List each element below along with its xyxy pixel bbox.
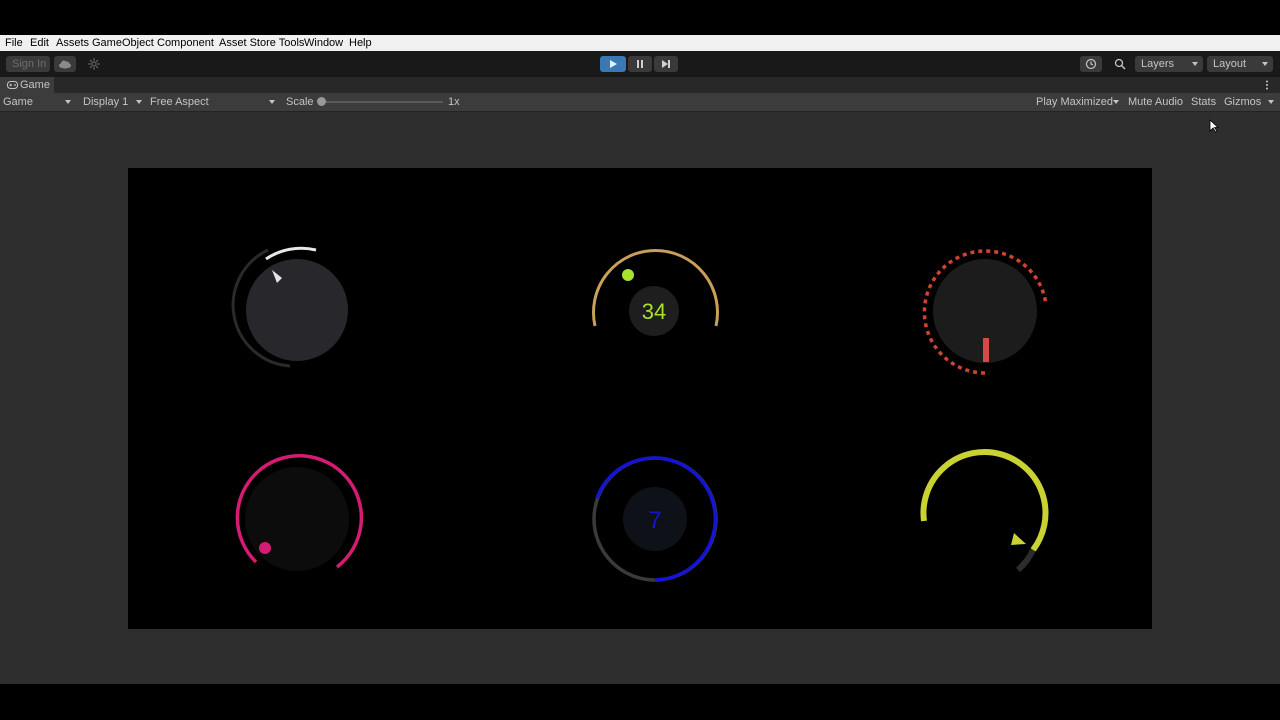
dial-red-pointer — [983, 338, 989, 362]
game-canvas[interactable]: 34 7 — [128, 168, 1152, 629]
dial-lime-arc-fill — [920, 449, 1049, 552]
dial-pink-body — [245, 467, 349, 571]
stats-toggle[interactable]: Stats — [1191, 95, 1216, 109]
layout-dropdown[interactable]: Layout — [1207, 56, 1273, 72]
play-icon — [610, 60, 617, 68]
menu-gameobject[interactable]: GameObject — [92, 36, 154, 50]
aspect-dropdown[interactable]: Free Aspect — [150, 95, 209, 109]
scale-slider-handle[interactable] — [317, 97, 326, 106]
dial-white-body — [246, 259, 348, 361]
mouse-cursor-icon — [1209, 119, 1219, 133]
chevron-down-icon — [65, 100, 71, 104]
menu-component[interactable]: Component — [157, 36, 214, 50]
menu-edit[interactable]: Edit — [30, 36, 49, 50]
tab-game-label: Game — [20, 79, 50, 91]
sparkle-icon — [88, 58, 100, 70]
layers-dropdown[interactable]: Layers — [1135, 56, 1203, 72]
chevron-down-icon — [1268, 100, 1274, 104]
history-icon — [1085, 58, 1097, 70]
more-options-icon[interactable] — [1265, 80, 1269, 90]
dial-red-dashed[interactable] — [922, 249, 1048, 375]
cloud-button[interactable] — [54, 56, 76, 72]
pause-button[interactable] — [628, 56, 652, 72]
sign-in-label: Sign In — [12, 58, 47, 70]
dial-pink-dot — [259, 542, 271, 554]
menu-window[interactable]: Window — [304, 36, 343, 50]
layout-label: Layout — [1213, 58, 1247, 70]
play-button[interactable] — [600, 56, 626, 72]
menu-assets[interactable]: Assets — [56, 36, 89, 50]
menu-asset-store-tools[interactable]: Asset Store Tools — [219, 36, 304, 50]
pause-icon — [637, 60, 643, 68]
chevron-down-icon — [1192, 62, 1198, 66]
dial-white-knob[interactable] — [231, 246, 348, 368]
dial-gold-dot — [622, 269, 634, 281]
collab-button[interactable] — [84, 56, 104, 72]
dial-gold-value: 34 — [642, 299, 666, 324]
menu-help[interactable]: Help — [349, 36, 372, 50]
gizmos-toggle[interactable]: Gizmos — [1224, 95, 1261, 109]
step-button[interactable] — [654, 56, 678, 72]
sign-in-button[interactable]: Sign In — [6, 56, 50, 72]
dials-scene: 34 7 — [231, 246, 1049, 582]
letterbox-bottom — [0, 684, 1280, 720]
search-icon — [1114, 58, 1126, 70]
dial-white-arc — [265, 246, 317, 261]
scale-label: Scale — [286, 96, 314, 108]
display-dropdown[interactable]: Display 1 — [83, 95, 128, 109]
scale-value: 1x — [448, 96, 460, 108]
view-mode-dropdown[interactable]: Game — [3, 95, 33, 109]
cloud-icon — [59, 60, 71, 69]
tab-game[interactable]: Game — [0, 77, 54, 93]
dial-pink-knob[interactable] — [235, 454, 364, 571]
game-view-bar: Game Display 1 Free Aspect Scale 1x Play… — [0, 93, 1280, 112]
search-button[interactable] — [1109, 56, 1131, 72]
mute-audio-toggle[interactable]: Mute Audio — [1128, 95, 1183, 109]
dial-lime-pointer — [1011, 533, 1026, 545]
menu-file[interactable]: File — [5, 36, 23, 50]
play-mode-dropdown[interactable]: Play Maximized — [1036, 95, 1113, 109]
chevron-down-icon — [269, 100, 275, 104]
dial-gold-counter[interactable]: 34 — [592, 248, 719, 336]
tab-row: Game — [0, 77, 1280, 93]
history-button[interactable] — [1080, 56, 1102, 72]
dial-blue-value: 7 — [648, 507, 661, 534]
chevron-down-icon — [1262, 62, 1268, 66]
step-icon — [662, 60, 670, 68]
layers-label: Layers — [1141, 58, 1175, 70]
dial-lime-arc[interactable] — [920, 449, 1049, 573]
main-toolbar: Sign In Layers Layout — [0, 51, 1280, 77]
chevron-down-icon — [1113, 100, 1119, 104]
dial-blue-counter[interactable]: 7 — [592, 456, 718, 582]
menu-bar: File Edit Assets GameObject Component As… — [0, 35, 1280, 51]
scale-slider-track[interactable] — [320, 101, 443, 103]
gamepad-icon — [7, 81, 18, 89]
chevron-down-icon — [136, 100, 142, 104]
